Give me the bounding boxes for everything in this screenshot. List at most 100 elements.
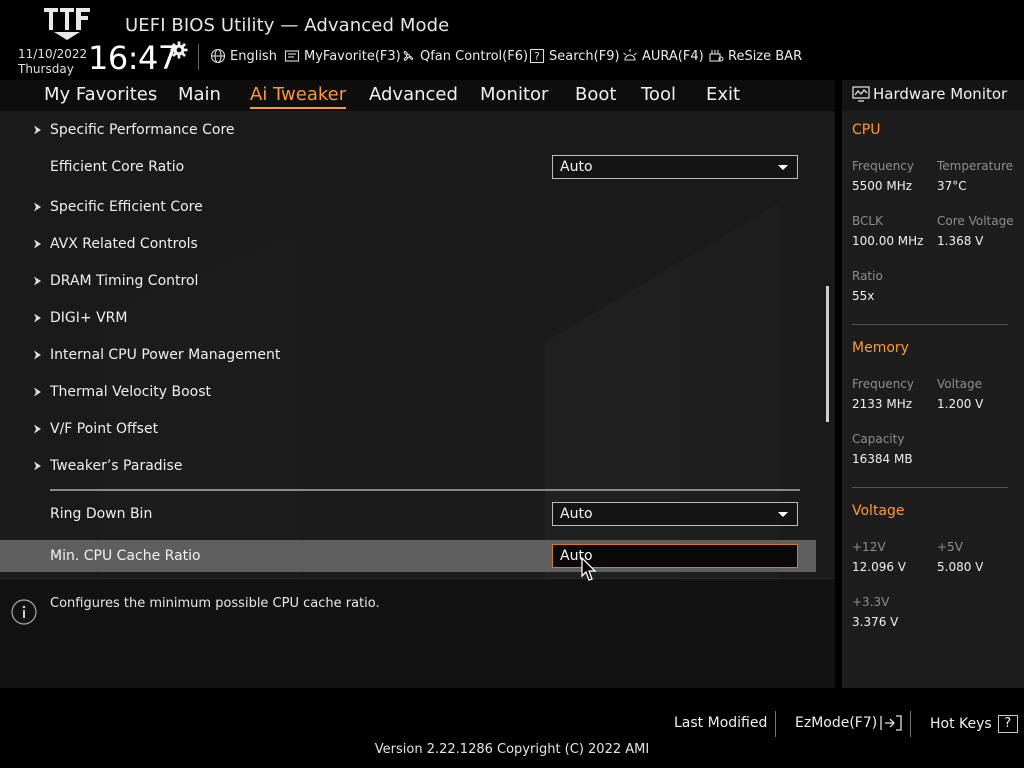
menu-item-label: Internal CPU Power Management [50, 347, 281, 363]
header: UEFI BIOS Utility — Advanced Mode 11/10/… [0, 0, 1024, 80]
search-label: Search(F9) [549, 48, 620, 64]
favorite-icon [284, 50, 300, 62]
tab-tool[interactable]: Tool [641, 84, 676, 107]
v12-label: +12V [852, 540, 886, 554]
help-key-icon: ? [997, 715, 1018, 733]
menu-item-label: Thermal Velocity Boost [50, 384, 211, 400]
v5-label: +5V [937, 540, 963, 554]
gear-icon[interactable] [170, 41, 188, 59]
search-button[interactable]: ? Search(F9) [529, 46, 620, 66]
hot-keys-button[interactable]: Hot Keys ? [930, 715, 1018, 733]
fan-icon [403, 50, 414, 61]
date-text: 11/10/2022 [18, 47, 88, 61]
core-voltage-value: 1.368 V [937, 234, 984, 248]
myfavorite-label: MyFavorite(F3) [304, 48, 401, 64]
v5-value: 5.080 V [937, 560, 984, 574]
aura-icon [623, 49, 637, 61]
language-button[interactable]: English [210, 46, 277, 66]
setting-label: Ring Down Bin [50, 506, 153, 522]
menu-item-label: AVX Related Controls [50, 236, 198, 252]
setting-efficient-core-ratio: Efficient Core Ratio Auto [0, 151, 816, 183]
menu-item-label: Tweaker’s Paradise [50, 458, 183, 474]
memory-voltage-value: 1.200 V [937, 397, 984, 411]
cpu-frequency-value: 5500 MHz [852, 179, 913, 193]
resize-bar-icon [709, 50, 724, 62]
date-display: 11/10/2022 Thursday [18, 47, 87, 77]
hw-divider [852, 324, 1008, 325]
hot-keys-label: Hot Keys [930, 716, 992, 732]
tab-ai-tweaker[interactable]: Ai Tweaker [250, 84, 347, 109]
voltage-heading: Voltage [852, 503, 905, 519]
menu-item-internal-cpu-power-management[interactable]: Internal CPU Power Management [0, 339, 816, 371]
hw-divider [852, 487, 1008, 488]
tab-exit[interactable]: Exit [706, 84, 740, 107]
menu-item-vf-point-offset[interactable]: V/F Point Offset [0, 413, 816, 445]
language-label: English [230, 48, 277, 64]
ezmode-button[interactable]: EzMode(F7) [795, 715, 902, 731]
tab-boot[interactable]: Boot [575, 84, 616, 107]
tab-advanced[interactable]: Advanced [369, 84, 458, 107]
memory-voltage-label: Voltage [937, 377, 983, 391]
tab-monitor[interactable]: Monitor [480, 84, 548, 107]
min-cpu-cache-ratio-input[interactable]: Auto [552, 544, 798, 568]
efficient-core-ratio-select[interactable]: Auto [552, 155, 798, 179]
chevron-down-icon [778, 165, 788, 170]
footer-divider [775, 711, 776, 737]
section-divider [50, 489, 800, 491]
menu-item-specific-efficient-core[interactable]: Specific Efficient Core [0, 191, 816, 223]
menu-item-label: Specific Performance Core [50, 122, 235, 138]
cpu-heading: CPU [852, 122, 881, 138]
input-value: Auto [560, 548, 593, 564]
capacity-label: Capacity [852, 432, 905, 446]
main-nav: My Favorites Main Ai Tweaker Advanced Mo… [0, 80, 835, 112]
myfavorite-button[interactable]: MyFavorite(F3) [284, 46, 401, 66]
hardware-monitor-panel: Hardware Monitor CPU Frequency Temperatu… [842, 80, 1024, 688]
qfan-label: Qfan Control(F6) [420, 48, 529, 64]
capacity-value: 16384 MB [852, 452, 913, 466]
submenu-arrow-icon [34, 239, 41, 249]
search-icon: ? [529, 48, 545, 64]
tuf-logo [44, 8, 90, 40]
resize-bar-label: ReSize BAR [728, 48, 803, 64]
setting-min-cpu-cache-ratio[interactable]: Min. CPU Cache Ratio Auto [0, 540, 816, 572]
setting-label: Min. CPU Cache Ratio [50, 548, 201, 564]
menu-item-label: DIGI+ VRM [50, 310, 128, 326]
scrollbar-thumb[interactable] [826, 286, 829, 422]
menu-item-tweakers-paradise[interactable]: Tweaker’s Paradise [0, 450, 816, 482]
help-panel: Configures the minimum possible CPU cach… [0, 578, 835, 688]
v12-value: 12.096 V [852, 560, 907, 574]
hardware-monitor-title: Hardware Monitor [873, 85, 1008, 103]
v33-value: 3.376 V [852, 615, 899, 629]
ring-down-bin-select[interactable]: Auto [552, 502, 798, 526]
core-voltage-label: Core Voltage [937, 214, 1014, 228]
cpu-temperature-label: Temperature [937, 159, 1014, 173]
header-divider [198, 44, 199, 70]
setting-ring-down-bin: Ring Down Bin Auto [0, 498, 816, 530]
svg-text:?: ? [534, 50, 540, 63]
version-info: Version 2.22.1286 Copyright (C) 2022 AMI [374, 742, 650, 757]
ezmode-label: EzMode(F7) [795, 715, 878, 731]
chevron-down-icon [778, 512, 788, 517]
submenu-arrow-icon [34, 387, 41, 397]
aura-label: AURA(F4) [642, 48, 704, 64]
submenu-arrow-icon [34, 313, 41, 323]
bclk-label: BCLK [852, 214, 883, 228]
menu-item-thermal-velocity-boost[interactable]: Thermal Velocity Boost [0, 376, 816, 408]
resize-bar-button[interactable]: ReSize BAR [708, 46, 802, 66]
menu-item-label: DRAM Timing Control [50, 273, 199, 289]
menu-item-avx-related-controls[interactable]: AVX Related Controls [0, 228, 816, 260]
tab-main[interactable]: Main [178, 84, 221, 107]
v33-label: +3.3V [852, 595, 890, 609]
submenu-arrow-icon [34, 125, 41, 135]
submenu-arrow-icon [34, 202, 41, 212]
settings-panel: Specific Performance Core Efficient Core… [0, 112, 835, 578]
aura-button[interactable]: AURA(F4) [622, 46, 704, 66]
menu-item-dram-timing-control[interactable]: DRAM Timing Control [0, 265, 816, 297]
menu-item-digi-vrm[interactable]: DIGI+ VRM [0, 302, 816, 334]
qfan-control-button[interactable]: Qfan Control(F6) [400, 46, 528, 66]
tab-my-favorites[interactable]: My Favorites [44, 84, 157, 107]
menu-item-specific-performance-core[interactable]: Specific Performance Core [0, 114, 816, 146]
info-icon [11, 599, 37, 625]
submenu-arrow-icon [34, 350, 41, 360]
last-modified-button[interactable]: Last Modified [674, 715, 767, 731]
